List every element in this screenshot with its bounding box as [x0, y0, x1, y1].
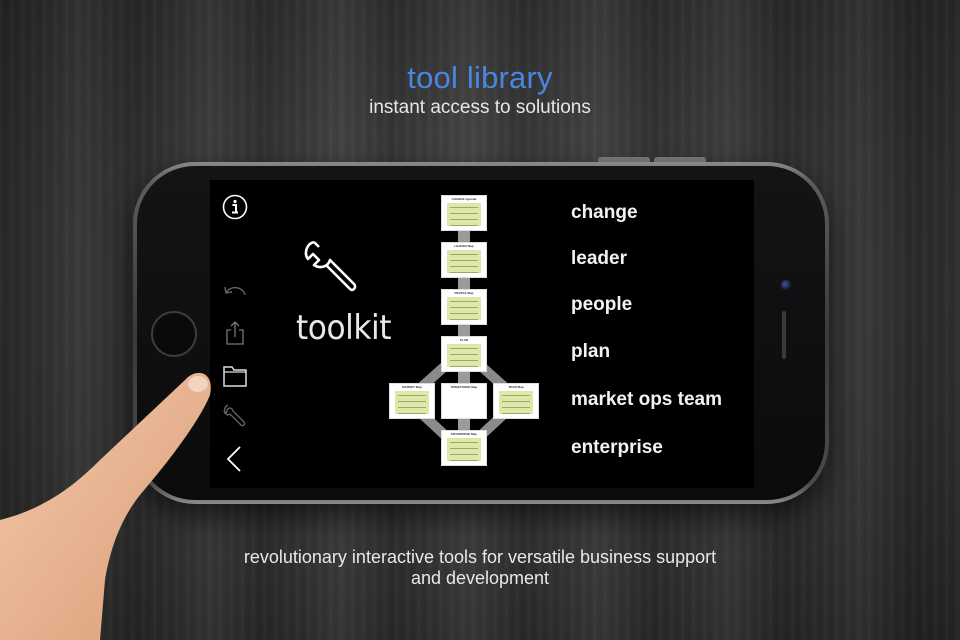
- page-title: tool library: [407, 60, 553, 95]
- info-icon[interactable]: [222, 194, 248, 220]
- front-camera: [781, 280, 791, 290]
- menu-item-plan[interactable]: plan: [571, 341, 610, 363]
- tile-change[interactable]: CHANGE Agenda: [441, 195, 487, 231]
- tile-people[interactable]: PEOPLE Map: [441, 289, 487, 325]
- menu-item-market-ops-team[interactable]: market ops team: [571, 389, 722, 411]
- tile-market[interactable]: MARKET Map: [389, 383, 435, 419]
- menu-item-change[interactable]: change: [571, 202, 638, 224]
- share-icon[interactable]: [222, 320, 248, 346]
- menu-item-leader[interactable]: leader: [571, 248, 627, 270]
- menu-item-people[interactable]: people: [571, 294, 632, 316]
- toolkit-label: toolkit: [296, 308, 392, 348]
- undo-icon[interactable]: [222, 279, 248, 305]
- tool-map-diagram: CHANGE Agenda LEADER Map PEOPLE Map PLAN…: [385, 190, 545, 475]
- toolkit-wrench-icon: [304, 240, 357, 292]
- page-subtitle: instant access to solutions: [369, 97, 591, 118]
- tile-enterprise[interactable]: ENTERPRISE Map: [441, 430, 487, 466]
- speaker-grille: [782, 311, 786, 359]
- tagline-line-1: revolutionary interactive tools for vers…: [243, 547, 717, 567]
- home-button[interactable]: [151, 311, 197, 357]
- tagline-line-2: and development: [410, 568, 550, 588]
- tagline: revolutionary interactive tools for vers…: [0, 547, 960, 589]
- pointing-hand: [0, 372, 211, 640]
- tile-plan[interactable]: PLAN: [441, 336, 487, 372]
- tile-team[interactable]: TEAM Map: [493, 383, 539, 419]
- tile-operations[interactable]: OPERATIONS Map: [441, 383, 487, 419]
- menu-item-enterprise[interactable]: enterprise: [571, 437, 663, 459]
- tile-leader[interactable]: LEADER Map: [441, 242, 487, 278]
